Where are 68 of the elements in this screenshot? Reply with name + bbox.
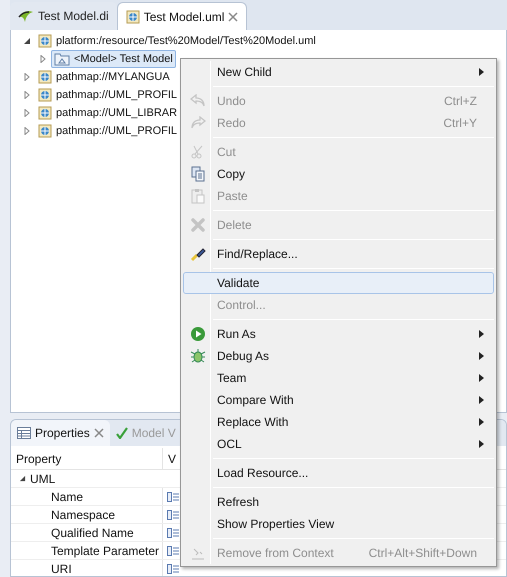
tree-item[interactable]: pathmap://UML_PROFIL	[35, 122, 180, 140]
menu-item[interactable]: Load Resource...	[183, 462, 494, 484]
submenu-arrow-icon	[479, 352, 484, 360]
submenu-arrow-icon	[479, 418, 484, 426]
run-icon	[190, 326, 206, 342]
editor-tab[interactable]: Test Model.uml	[116, 2, 248, 30]
menu-item[interactable]: Run As	[183, 323, 494, 345]
submenu-arrow-icon	[479, 396, 484, 404]
submenu-arrow-icon	[479, 330, 484, 338]
tree-item[interactable]: pathmap://UML_LIBRAR	[35, 104, 180, 122]
resource-icon	[38, 34, 52, 48]
property-name: Qualified Name	[51, 524, 134, 542]
undo-icon	[190, 94, 206, 108]
remove-icon	[191, 546, 205, 560]
menu-item[interactable]: Debug As	[183, 345, 494, 367]
property-name: URI	[51, 560, 72, 576]
collapse-arrow-icon[interactable]	[23, 37, 31, 45]
menu-item[interactable]: Replace With	[183, 411, 494, 433]
tree-item[interactable]: <Model> Test Model	[51, 50, 176, 68]
scissors-icon	[191, 145, 205, 159]
resource-icon	[38, 70, 52, 84]
copy-icon	[191, 166, 205, 182]
menu-item[interactable]: Show Properties View	[183, 513, 494, 535]
submenu-arrow-icon	[479, 68, 484, 76]
shortcut-text: Ctrl+Alt+Shift+Down	[368, 545, 477, 562]
shortcut-text: Ctrl+Y	[443, 115, 477, 132]
resource-icon	[126, 10, 140, 24]
resource-icon	[38, 88, 52, 102]
expand-arrow-icon[interactable]	[23, 109, 31, 117]
view-tab[interactable]: Properties	[11, 420, 110, 446]
resource-icon	[38, 124, 52, 138]
menu-item[interactable]: Copy	[183, 163, 494, 185]
bug-icon	[190, 348, 206, 364]
close-icon[interactable]	[228, 12, 238, 22]
submenu-arrow-icon	[479, 440, 484, 448]
close-icon[interactable]	[94, 428, 104, 438]
checkmark-icon	[116, 427, 128, 439]
expand-arrow-icon[interactable]	[39, 55, 47, 63]
flashlight-icon	[190, 246, 206, 262]
menu-item[interactable]: OCL	[183, 433, 494, 455]
resource-icon	[38, 106, 52, 120]
expand-arrow-icon[interactable]	[23, 127, 31, 135]
menu-item[interactable]: Find/Replace...	[183, 243, 494, 265]
column-header[interactable]: Property	[16, 450, 62, 468]
menu-item[interactable]: Validate	[183, 272, 494, 294]
expand-arrow-icon[interactable]	[23, 91, 31, 99]
folder-icon	[54, 52, 70, 66]
menu-item[interactable]: Refresh	[183, 491, 494, 513]
menu-item[interactable]: Team	[183, 367, 494, 389]
property-name: Namespace	[51, 506, 116, 524]
menu-item[interactable]: Compare With	[183, 389, 494, 411]
table-icon	[17, 427, 31, 439]
column-header[interactable]: V	[168, 450, 176, 468]
group-label: UML	[30, 470, 56, 488]
property-name: Name	[51, 488, 84, 506]
tree-item[interactable]: platform:/resource/Test%20Model/Test%20Model.uml	[35, 32, 319, 50]
expand-arrow-icon[interactable]	[23, 73, 31, 81]
tree-item[interactable]: pathmap://UML_PROFIL	[35, 86, 180, 104]
property-name: Template Parameter	[51, 542, 160, 560]
tree-item[interactable]: pathmap://MYLANGUA	[35, 68, 173, 86]
delete-icon	[191, 218, 205, 232]
redo-icon	[190, 116, 206, 130]
clipboard-icon	[191, 188, 205, 204]
menu-item[interactable]: New Child	[183, 61, 494, 83]
shortcut-text: Ctrl+Z	[444, 93, 477, 110]
submenu-arrow-icon	[479, 374, 484, 382]
collapse-arrow-icon[interactable]	[19, 475, 26, 482]
leaf-icon	[18, 9, 34, 23]
